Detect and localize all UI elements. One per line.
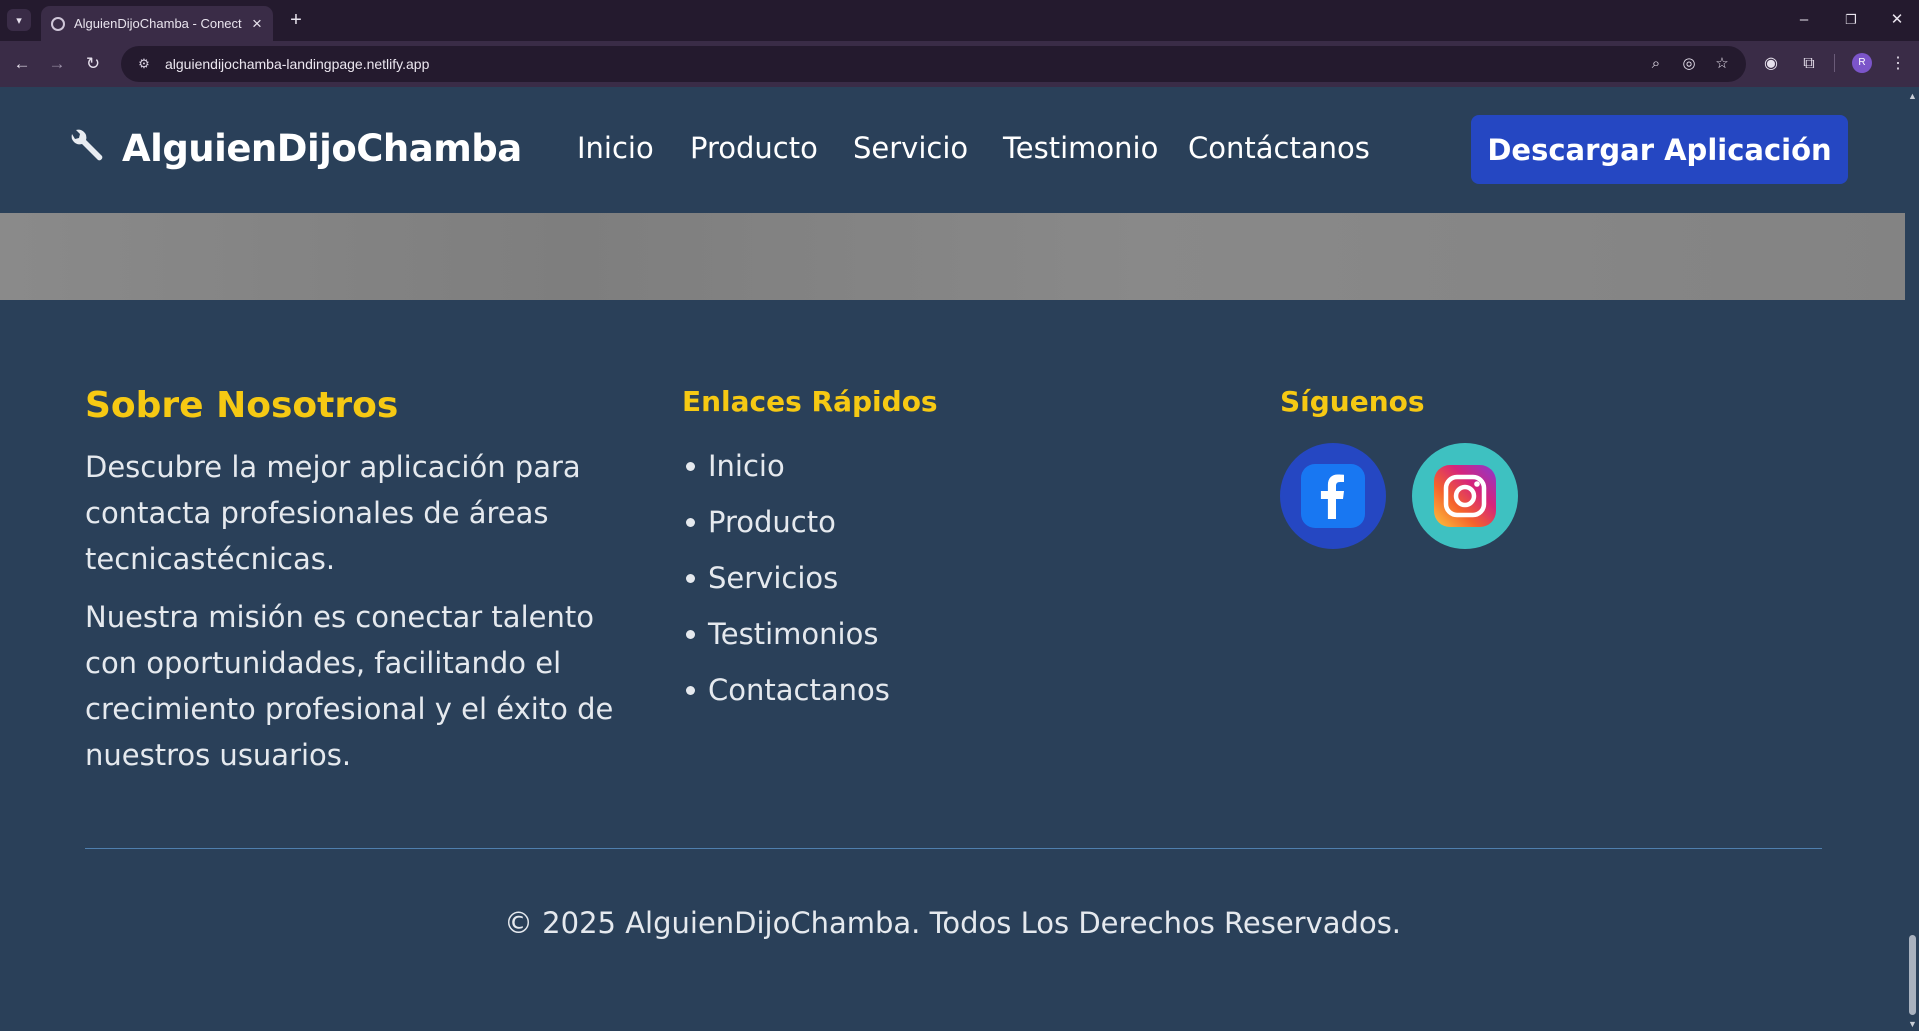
toolbar-separator (1834, 54, 1835, 72)
tab-title: AlguienDijoChamba - Conectan (74, 16, 242, 31)
scroll-thumb[interactable] (1909, 935, 1916, 1015)
address-bar[interactable]: ⚙ alguiendijochamba-landingpage.netlify.… (121, 46, 1746, 82)
social-title: Síguenos (1280, 385, 1425, 418)
social-section: Síguenos (1280, 385, 1840, 549)
footer-link-contactanos[interactable]: Contactanos (708, 673, 890, 707)
extension-avatar-icon[interactable]: ◉ (1759, 52, 1783, 76)
url-text[interactable]: alguiendijochamba-landingpage.netlify.ap… (165, 56, 429, 72)
site-footer: Sobre Nosotros Descubre la mejor aplicac… (0, 300, 1905, 1031)
quick-links-title: Enlaces Rápidos (682, 385, 938, 418)
minimize-button[interactable]: – (1789, 8, 1819, 32)
hero-image-strip (0, 213, 1905, 300)
nav-testimonio[interactable]: Testimonio (1003, 131, 1158, 165)
globe-icon (51, 16, 65, 31)
scroll-down-arrow-icon[interactable]: ▼ (1908, 1019, 1917, 1029)
back-button[interactable]: ← (10, 52, 34, 76)
nav-inicio[interactable]: Inicio (577, 131, 654, 165)
footer-divider (85, 848, 1822, 849)
close-window-button[interactable]: ✕ (1882, 8, 1912, 32)
quick-links-section: Enlaces Rápidos Inicio Producto Servicio… (682, 385, 1242, 718)
facebook-icon (1301, 464, 1365, 528)
copyright-text: © 2025 AlguienDijoChamba. Todos Los Dere… (503, 906, 1402, 940)
instagram-button[interactable] (1412, 443, 1518, 549)
more-menu-icon[interactable]: ⋮ (1886, 52, 1910, 76)
about-paragraph: Descubre la mejor aplicación para contac… (85, 450, 581, 576)
facebook-button[interactable] (1280, 443, 1386, 549)
bookmark-star-icon[interactable]: ☆ (1710, 52, 1734, 76)
main-nav: Inicio Producto Servicio Testimonio Cont… (577, 131, 1370, 165)
list-item: Inicio (682, 438, 1242, 494)
download-app-button[interactable]: Descargar Aplicación (1471, 115, 1848, 184)
extensions-puzzle-icon[interactable]: ⧉ (1797, 52, 1821, 76)
footer-link-inicio[interactable]: Inicio (708, 449, 785, 483)
forward-button[interactable]: → (45, 52, 69, 76)
logo[interactable]: AlguienDijoChamba (64, 127, 522, 170)
nav-contactanos[interactable]: Contáctanos (1188, 131, 1370, 165)
quick-links-list: Inicio Producto Servicios Testimonios Co… (682, 438, 1242, 718)
bullet (686, 517, 695, 527)
scroll-up-arrow-icon[interactable]: ▲ (1908, 91, 1917, 101)
logo-text: AlguienDijoChamba (122, 127, 522, 170)
nav-servicio[interactable]: Servicio (853, 131, 968, 165)
tab-search-button[interactable]: ▾ (7, 9, 31, 31)
new-tab-button[interactable]: + (284, 8, 308, 32)
footer-link-testimonios[interactable]: Testimonios (708, 617, 878, 651)
close-tab-icon[interactable]: × (252, 15, 262, 32)
bullet (686, 461, 695, 471)
footer-link-producto[interactable]: Producto (708, 505, 836, 539)
browser-tab[interactable]: AlguienDijoChamba - Conectan × (41, 6, 273, 41)
list-item: Producto (682, 494, 1242, 550)
mission-paragraph: Nuestra misión es conectar talento con o… (85, 600, 614, 772)
about-title: Sobre Nosotros (85, 385, 399, 426)
bullet (686, 629, 695, 639)
social-links (1280, 443, 1840, 549)
list-item: Contactanos (682, 662, 1242, 718)
reload-button[interactable]: ↻ (81, 52, 105, 76)
browser-toolbar: ← → ↻ ⚙ alguiendijochamba-landingpage.ne… (0, 41, 1919, 87)
bullet (686, 573, 695, 583)
eye-off-icon[interactable]: ◎ (1677, 52, 1701, 76)
wrench-icon (71, 129, 103, 160)
site-header: AlguienDijoChamba Inicio Producto Servic… (0, 87, 1905, 213)
restore-button[interactable]: ❐ (1836, 8, 1866, 32)
profile-avatar[interactable]: R (1852, 53, 1872, 73)
nav-producto[interactable]: Producto (690, 131, 818, 165)
browser-tab-bar: ▾ AlguienDijoChamba - Conectan × + – ❐ ✕ (0, 0, 1919, 41)
zoom-icon[interactable]: ⌕ (1644, 52, 1668, 76)
about-section: Sobre Nosotros Descubre la mejor aplicac… (85, 385, 645, 778)
instagram-icon (1434, 465, 1496, 527)
footer-link-servicios[interactable]: Servicios (708, 561, 838, 595)
page-scrollbar[interactable]: ▲ ▼ (1905, 87, 1919, 1031)
bullet (686, 685, 695, 695)
list-item: Testimonios (682, 606, 1242, 662)
site-info-icon[interactable]: ⚙ (129, 56, 159, 72)
list-item: Servicios (682, 550, 1242, 606)
